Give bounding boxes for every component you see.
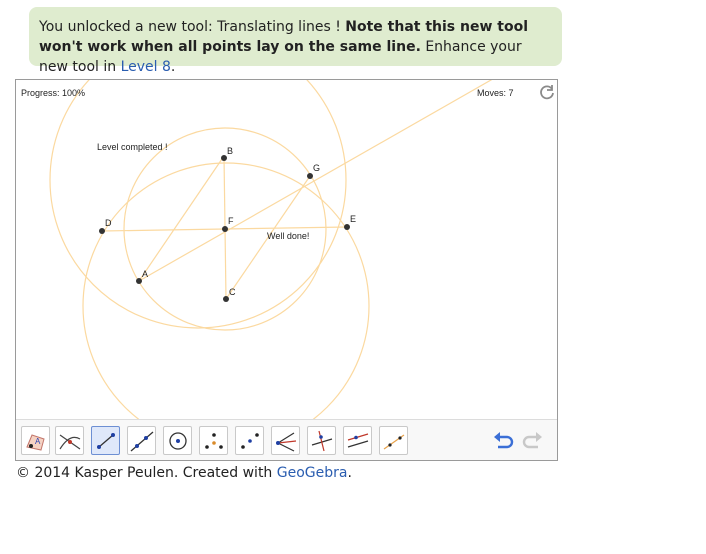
geogebra-applet[interactable]: A B C D E F G Level completed ! Well don…	[15, 79, 558, 461]
geogebra-link[interactable]: GeoGebra	[277, 465, 348, 481]
label-g: G	[313, 163, 320, 173]
line-ag	[138, 80, 493, 282]
redo-icon[interactable]	[520, 431, 544, 451]
translate-line-tool-button[interactable]	[379, 426, 408, 455]
move-tool-icon: A	[26, 434, 45, 451]
footer-credit: © 2014 Kasper Peulen. Created with GeoGe…	[16, 465, 352, 481]
point-g[interactable]	[307, 173, 313, 179]
footer-text: © 2014 Kasper Peulen. Created with	[16, 465, 277, 481]
intersect-tool-icon	[59, 434, 81, 450]
angle-bisector-tool-icon	[276, 432, 297, 452]
segment-tool-icon	[97, 433, 115, 449]
construction-canvas[interactable]: A B C D E F G Level completed ! Well don…	[16, 80, 557, 419]
intersect-tool-button[interactable]	[55, 426, 84, 455]
label-c: C	[229, 287, 236, 297]
banner-text: You unlocked a new tool: Translating lin…	[39, 19, 346, 35]
point-e[interactable]	[344, 224, 350, 230]
tool-toolbar: A	[16, 419, 557, 460]
label-e: E	[350, 214, 356, 224]
segment-tool-button[interactable]	[91, 426, 120, 455]
parallel-line-tool-icon	[347, 433, 369, 448]
level-8-link[interactable]: Level 8	[121, 59, 171, 75]
well-done-text: Well done!	[267, 231, 309, 241]
reset-icon[interactable]	[538, 83, 556, 101]
triangle-tool-icon	[205, 433, 223, 449]
angle-bisector-tool-button[interactable]	[271, 426, 300, 455]
translate-line-tool-icon	[383, 434, 405, 450]
construction-lines	[101, 80, 493, 300]
construction-circles	[49, 80, 370, 419]
midpoint-tool-icon	[241, 433, 259, 449]
parallel-line-tool-button[interactable]	[343, 426, 372, 455]
segment-ab	[138, 155, 225, 282]
point-f[interactable]	[222, 226, 228, 232]
circle-tool-icon	[169, 432, 187, 450]
label-f: F	[228, 216, 234, 226]
level-completed-text: Level completed !	[97, 142, 168, 152]
unlock-message-banner: You unlocked a new tool: Translating lin…	[29, 7, 562, 75]
banner-period: .	[170, 59, 176, 75]
perpendicular-line-tool-button[interactable]	[307, 426, 336, 455]
moves-counter: Moves: 7	[477, 88, 514, 98]
circle-tool-button[interactable]	[163, 426, 192, 455]
label-d: D	[105, 218, 112, 228]
label-b: B	[227, 146, 233, 156]
triangle-tool-button[interactable]	[199, 426, 228, 455]
svg-text:A: A	[35, 437, 41, 446]
perpendicular-line-tool-icon	[311, 430, 333, 452]
line-tool-button[interactable]	[127, 426, 156, 455]
point-d[interactable]	[99, 228, 105, 234]
circle-around-f-large	[49, 80, 347, 329]
line-tool-icon	[130, 431, 154, 452]
move-tool-button[interactable]: A	[21, 426, 50, 455]
progress-indicator: Progress: 100%	[21, 88, 86, 98]
label-a: A	[142, 269, 148, 279]
footer-period: .	[347, 465, 352, 481]
midpoint-tool-button[interactable]	[235, 426, 264, 455]
undo-icon[interactable]	[492, 431, 516, 451]
